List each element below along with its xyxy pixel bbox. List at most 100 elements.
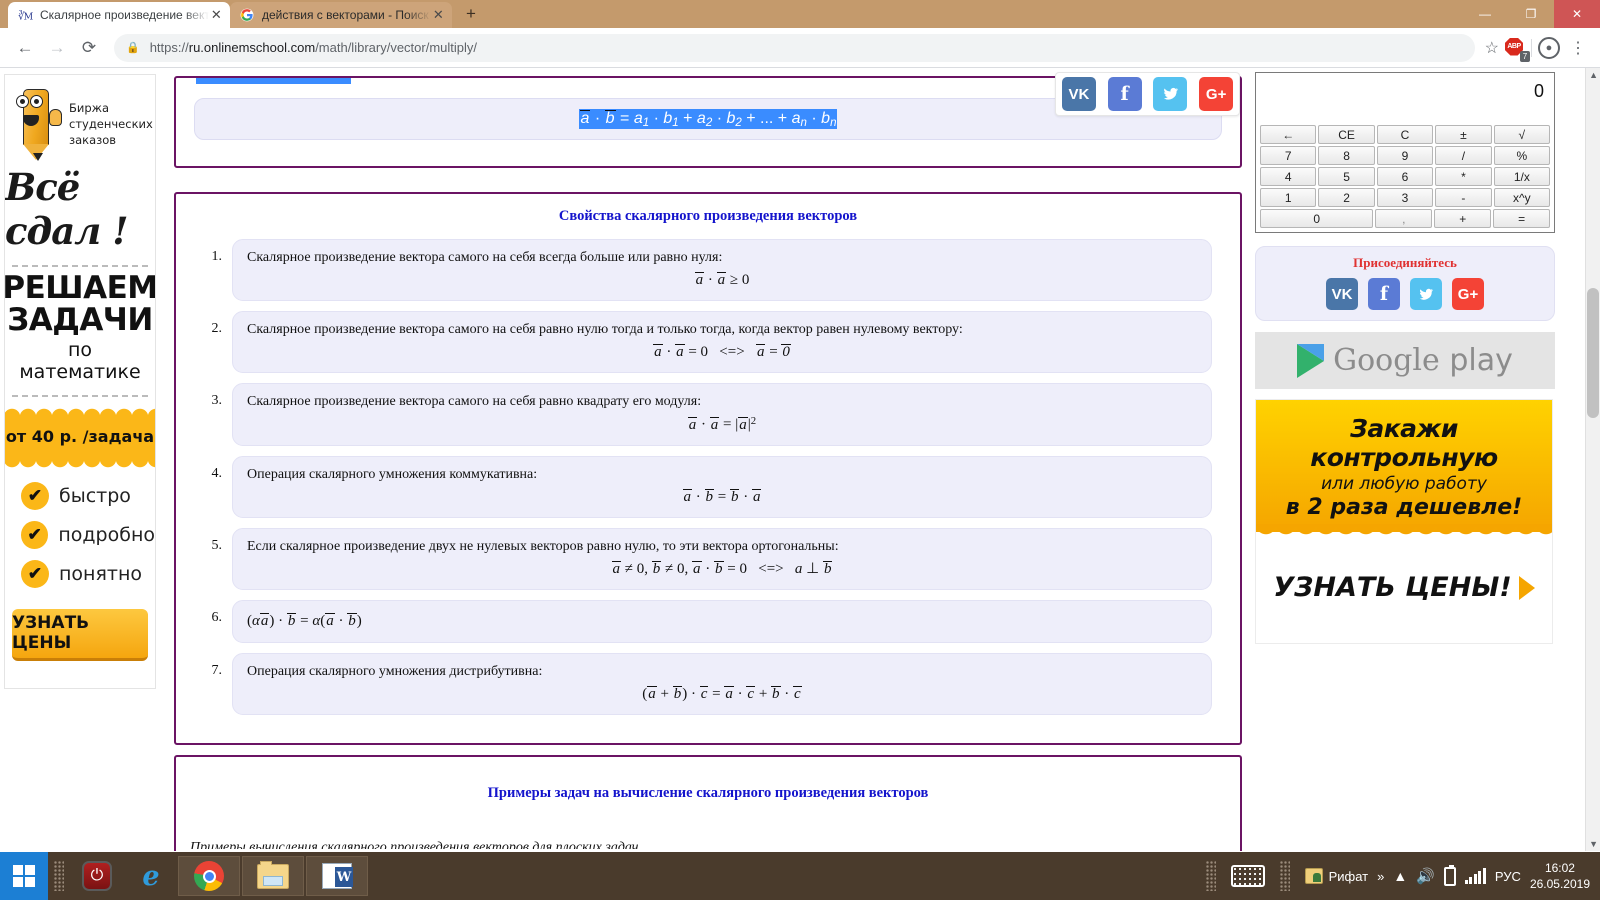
keyboard-icon[interactable] xyxy=(1230,865,1265,887)
calc-key-8[interactable]: 8 xyxy=(1318,146,1375,165)
clock-time: 16:02 xyxy=(1544,860,1575,875)
power-icon[interactable]: ⏻ xyxy=(70,854,124,898)
calc-key-7[interactable]: 7 xyxy=(1260,146,1317,165)
dot-op: · xyxy=(691,685,696,702)
ad-bullet-1: ✔ подробно xyxy=(21,520,155,549)
share-twitter-icon[interactable] xyxy=(1153,77,1188,111)
scroll-down-arrow-icon[interactable]: ▼ xyxy=(1589,839,1598,849)
calc-key-4[interactable]: 4 xyxy=(1260,167,1317,186)
property-card: Операция скалярного умножения дистрибути… xyxy=(232,652,1212,715)
calc-key-ce[interactable]: CE xyxy=(1318,125,1375,144)
calc-key-3[interactable]: 3 xyxy=(1376,188,1434,207)
calc-key-5[interactable]: 5 xyxy=(1318,167,1375,186)
tab-close-0[interactable]: ✕ xyxy=(209,7,224,23)
bookmark-star-icon[interactable]: ☆ xyxy=(1485,38,1499,58)
tab-close-1[interactable]: ✕ xyxy=(431,7,446,23)
vector-a: a xyxy=(738,416,748,433)
social-join-box: Присоединяйтесь VK f G+ xyxy=(1255,246,1555,321)
property-text: Если скалярное произведение двух не нуле… xyxy=(247,539,839,555)
calc-key-plus[interactable]: + xyxy=(1434,209,1492,228)
close-button[interactable]: ✕ xyxy=(1554,0,1600,28)
taskbar-app-explorer[interactable] xyxy=(242,856,304,896)
calculator-display[interactable]: 0 xyxy=(1260,77,1550,123)
calc-key-9[interactable]: 9 xyxy=(1376,146,1434,165)
calc-key-backspace[interactable]: ← xyxy=(1260,125,1317,144)
taskbar-app-chrome[interactable] xyxy=(178,856,240,896)
page-scrollbar-thumb[interactable] xyxy=(1587,288,1599,418)
profile-icon[interactable]: ● xyxy=(1538,36,1560,59)
share-facebook-icon[interactable]: f xyxy=(1107,77,1142,111)
clock[interactable]: 16:02 26.05.2019 xyxy=(1530,860,1590,892)
calc-key-minus[interactable]: - xyxy=(1435,188,1492,207)
join-google-plus-icon[interactable]: G+ xyxy=(1452,278,1484,310)
tab-1[interactable]: действия с векторами - Поиск в ✕ xyxy=(230,2,452,28)
taskbar-app-word[interactable]: W xyxy=(306,856,368,896)
tab-0[interactable]: ∛ M Скалярное произведение векто ✕ xyxy=(8,2,230,28)
show-hidden-icons-arrow[interactable]: ▲ xyxy=(1393,868,1407,884)
zero: 0 xyxy=(700,344,709,361)
google-play-triangle-icon xyxy=(1297,343,1325,378)
calculator-widget[interactable]: 0 ← CE C ± √ 7 8 9 / % 4 5 6 * 1/x 1 2 3… xyxy=(1255,72,1555,233)
tray-overflow-icon[interactable]: » xyxy=(1377,869,1384,884)
calc-key-percent[interactable]: % xyxy=(1493,146,1551,165)
calc-key-6[interactable]: 6 xyxy=(1376,167,1434,186)
signal-icon[interactable] xyxy=(1464,868,1486,884)
tray-grip[interactable] xyxy=(1205,861,1216,891)
calculator-row-0: ← CE C ± √ xyxy=(1260,125,1551,144)
join-twitter-icon[interactable] xyxy=(1410,278,1442,310)
left-advertisement[interactable]: Биржа студенческих заказов Всё сдал ! РЕ… xyxy=(4,74,156,689)
minimize-button[interactable]: — xyxy=(1462,0,1508,28)
new-tab-button[interactable]: + xyxy=(458,4,484,24)
user-folder-item[interactable]: Рифат xyxy=(1304,868,1368,884)
selected-link-fragment[interactable] xyxy=(196,78,351,84)
join-facebook-icon[interactable]: f xyxy=(1368,278,1400,310)
battery-icon[interactable] xyxy=(1443,864,1456,886)
calc-key-sqrt[interactable]: √ xyxy=(1493,125,1551,144)
calc-key-decimal[interactable]: , xyxy=(1375,209,1433,228)
calc-key-reciprocal[interactable]: 1/x xyxy=(1493,167,1551,186)
back-button[interactable]: ← xyxy=(10,33,40,63)
page-scrollbar[interactable]: ▲ ▼ xyxy=(1585,68,1600,851)
scroll-up-arrow-icon[interactable]: ▲ xyxy=(1589,70,1598,80)
forward-button[interactable]: → xyxy=(42,33,72,63)
address-bar[interactable]: 🔒 https://ru.onlinemschool.com/math/libr… xyxy=(114,33,1475,62)
start-button[interactable] xyxy=(0,852,48,900)
reload-button[interactable]: ⟳ xyxy=(74,33,104,63)
internet-explorer-icon[interactable]: e xyxy=(124,854,178,898)
calc-key-divide[interactable]: / xyxy=(1435,146,1492,165)
windows-taskbar: ⏻ e W Рифат » ▲ 🔊 РУС 16:02 26.05.2019 xyxy=(0,852,1600,900)
toolbar-grip[interactable] xyxy=(54,861,64,891)
property-number: 4. xyxy=(211,466,223,482)
google-play-banner[interactable]: Google play xyxy=(1255,332,1555,389)
yellow-advertisement[interactable]: Закажи контрольную или любую работу в 2 … xyxy=(1255,399,1553,644)
menu-icon[interactable]: ⋮ xyxy=(1566,38,1590,58)
calc-key-plusminus[interactable]: ± xyxy=(1435,125,1492,144)
yellow-ad-line3: в 2 раза дешевле! xyxy=(1285,495,1523,520)
calc-key-0[interactable]: 0 xyxy=(1260,209,1374,228)
calc-key-multiply[interactable]: * xyxy=(1435,167,1492,186)
adblock-extension-icon[interactable]: ABP 7 xyxy=(1505,37,1530,62)
share-google-plus-icon[interactable]: G+ xyxy=(1199,77,1234,111)
tray-grip-2[interactable] xyxy=(1279,861,1290,891)
vector-a: a xyxy=(694,271,705,288)
share-vk-icon[interactable]: VK xyxy=(1061,77,1096,111)
vector-b: b xyxy=(651,561,662,578)
join-vk-icon[interactable]: VK xyxy=(1326,278,1358,310)
ad-bullets: ✔ быстро ✔ подробно ✔ понятно xyxy=(5,481,155,599)
arrow-right-icon xyxy=(1518,575,1535,600)
property-formula: (a + b) · c = a · c + b · c xyxy=(247,684,1197,705)
speaker-icon[interactable]: 🔊 xyxy=(1416,867,1435,885)
dot-op: · xyxy=(784,685,790,702)
calc-key-c[interactable]: C xyxy=(1376,125,1434,144)
calc-key-2[interactable]: 2 xyxy=(1318,188,1375,207)
property-text: Операция скалярного умножения коммукатив… xyxy=(247,467,538,483)
maximize-button[interactable]: ❐ xyxy=(1508,0,1554,28)
calc-key-power[interactable]: x^y xyxy=(1493,188,1551,207)
calc-key-equals[interactable]: = xyxy=(1493,209,1551,228)
calc-key-1[interactable]: 1 xyxy=(1260,188,1317,207)
yellow-ad-cta[interactable]: УЗНАТЬ ЦЕНЫ! xyxy=(1256,572,1552,603)
language-indicator[interactable]: РУС xyxy=(1495,869,1521,884)
chrome-icon xyxy=(194,861,224,891)
ad-slogan: Всё сдал ! xyxy=(5,165,128,253)
ad-cta-button[interactable]: УЗНАТЬ ЦЕНЫ xyxy=(12,608,148,661)
